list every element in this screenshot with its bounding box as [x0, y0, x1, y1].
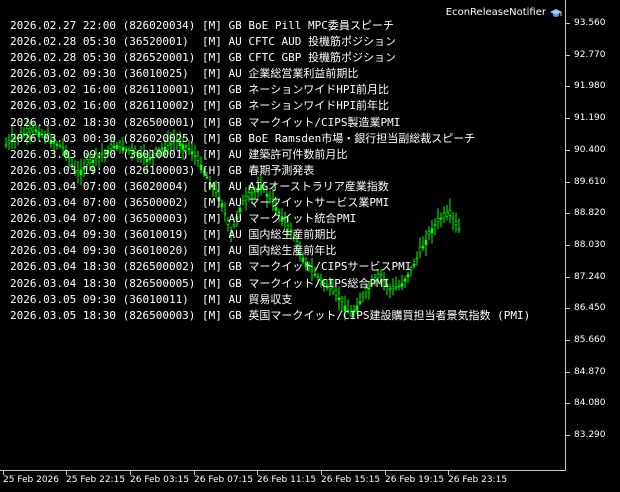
time-label: 26 Feb 07:15	[194, 475, 254, 485]
price-tick	[566, 340, 570, 341]
time-label: 26 Feb 19:15	[385, 475, 445, 485]
event-row: 2026.02.27 22:00 (826020034) [M] GB BoE …	[10, 19, 394, 32]
graduation-cap-icon	[550, 8, 562, 17]
event-row: 2026.03.02 09:30 (36010025) [M] AU 企業総営業…	[10, 67, 359, 81]
event-row: 2026.03.03 09:30 (36010001) [M] AU 建築許可件…	[10, 147, 348, 161]
price-label: 83.290	[574, 430, 606, 441]
time-label: 26 Feb 11:15	[257, 475, 317, 485]
expert-advisor-label[interactable]: EconReleaseNotifier	[446, 7, 562, 18]
event-row: 2026.03.04 07:00 (36500003) [M] AU マークイッ…	[10, 212, 357, 226]
price-tick	[566, 86, 570, 88]
price-tick	[566, 435, 570, 437]
price-tick	[566, 181, 570, 183]
event-row: 2026.03.04 09:30 (36010019) [M] AU 国内総生産…	[10, 228, 337, 242]
event-row: 2026.03.03 19:00 (826100003) [H] GB 春期予測…	[10, 163, 315, 177]
time-label: 26 Feb 03:15	[130, 475, 190, 485]
event-row: 2026.03.02 16:00 (826110002) [M] GB ネーショ…	[10, 99, 390, 113]
price-label: 90.400	[574, 144, 606, 155]
price-label: 87.240	[574, 271, 606, 282]
ea-name: EconReleaseNotifier	[445, 7, 546, 18]
price-label: 85.660	[574, 335, 606, 345]
event-row: 2026.02.28 05:30 (36520001) [M] AU CFTC …	[10, 35, 397, 49]
price-tick	[566, 308, 570, 310]
price-label: 93.560	[574, 18, 606, 28]
event-row: 2026.03.02 18:30 (826500001) [M] GB マークイ…	[10, 115, 401, 129]
time-label: 25 Feb 2026	[3, 475, 60, 485]
price-tick	[566, 371, 570, 373]
chart-window[interactable]: EconReleaseNotifier 2026.02.27 22:00 (82…	[0, 0, 620, 492]
event-row: 2026.02.28 05:30 (826520001) [M] GB CFTC…	[10, 51, 397, 65]
price-label: 84.870	[574, 366, 606, 377]
price-label: 88.030	[574, 239, 606, 250]
price-label: 89.610	[574, 176, 606, 187]
event-row: 2026.03.04 07:00 (36500002) [M] AU マークイッ…	[10, 196, 390, 210]
price-tick	[566, 276, 570, 278]
price-label: 88.820	[574, 208, 606, 219]
price-tick	[566, 23, 570, 24]
event-row: 2026.03.04 07:00 (36020004) [M] AU AIGオー…	[10, 179, 389, 193]
event-row: 2026.03.04 09:30 (36010020) [M] AU 国内総生産…	[10, 244, 337, 258]
event-row: 2026.03.05 18:30 (826500003) [M] GB 英国マー…	[10, 308, 531, 322]
time-label: 26 Feb 15:15	[321, 475, 381, 485]
price-label: 91.980	[574, 81, 606, 92]
price-tick	[566, 244, 570, 246]
price-tick	[566, 403, 570, 405]
event-row: 2026.03.04 18:30 (826500002) [M] GB マークイ…	[10, 260, 412, 274]
price-label: 92.770	[574, 49, 606, 60]
event-row: 2026.03.04 18:30 (826500005) [M] GB マークイ…	[10, 276, 390, 290]
price-label: 84.080	[574, 398, 606, 409]
economic-event-list: 2026.02.27 22:00 (826020034) [M] GB BoE …	[10, 18, 530, 324]
price-tick	[566, 118, 570, 120]
event-row: 2026.03.03 00:30 (826020025) [M] GB BoE …	[10, 131, 476, 145]
time-label: 25 Feb 22:15	[66, 475, 126, 485]
time-label: 26 Feb 23:15	[448, 475, 508, 485]
candle-body	[4, 144, 8, 147]
event-row: 2026.03.05 09:30 (36010011) [M] AU 貿易収支	[10, 292, 293, 306]
price-tick	[566, 54, 570, 56]
price-label: 86.450	[574, 303, 606, 314]
price-tick	[566, 149, 570, 151]
price-tick	[566, 213, 570, 215]
price-label: 91.190	[574, 113, 606, 124]
event-row: 2026.03.02 16:00 (826110001) [M] GB ネーショ…	[10, 83, 390, 97]
